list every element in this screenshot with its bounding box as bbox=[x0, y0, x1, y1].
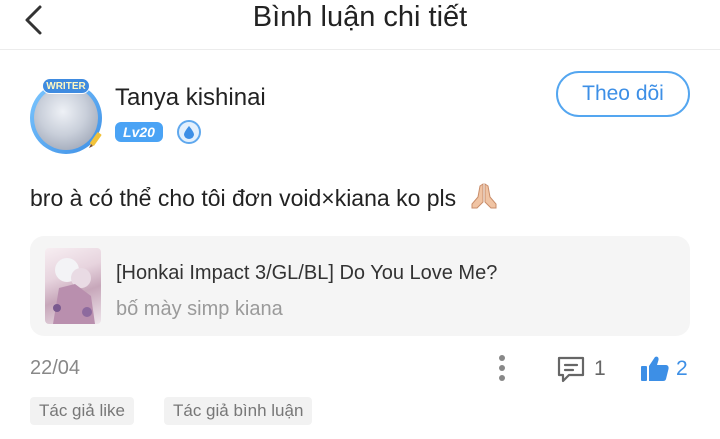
thumbs-up-icon bbox=[641, 356, 669, 381]
story-cover bbox=[45, 248, 101, 324]
level-badge: Lv20 bbox=[115, 122, 163, 142]
tag-author-like[interactable]: Tác giả like bbox=[30, 397, 134, 425]
page-title: Bình luận chi tiết bbox=[252, 1, 468, 33]
comment-date: 22/04 bbox=[30, 357, 81, 379]
more-options-button[interactable] bbox=[490, 350, 514, 386]
follow-button[interactable]: Theo dõi bbox=[556, 71, 690, 117]
praying-hands-icon bbox=[471, 183, 497, 209]
tag-author-comment[interactable]: Tác giả bình luận bbox=[164, 397, 313, 425]
pen-icon bbox=[89, 132, 102, 148]
top-bar: Bình luận chi tiết bbox=[0, 0, 720, 50]
comment-text-line: bro à có thể cho tôi đơn void×kiana ko p… bbox=[30, 182, 499, 212]
avatar[interactable]: WRITER bbox=[24, 76, 108, 160]
badge-icon bbox=[177, 120, 201, 144]
reply-button[interactable]: 1 bbox=[556, 351, 606, 387]
cover-illustration bbox=[53, 258, 95, 324]
story-card[interactable]: [Honkai Impact 3/GL/BL] Do You Love Me? … bbox=[30, 236, 690, 336]
reply-count: 1 bbox=[594, 357, 606, 380]
writer-badge: WRITER bbox=[42, 78, 90, 94]
drop-icon bbox=[184, 126, 194, 139]
like-button[interactable]: 2 bbox=[640, 351, 688, 387]
comment-icon bbox=[557, 356, 585, 383]
story-title: [Honkai Impact 3/GL/BL] Do You Love Me? bbox=[116, 262, 498, 284]
comment-text: bro à có thể cho tôi đơn void×kiana ko p… bbox=[30, 185, 457, 211]
story-subtitle: bố mày simp kiana bbox=[116, 298, 283, 320]
username[interactable]: Tanya kishinai bbox=[115, 84, 266, 112]
like-count: 2 bbox=[676, 357, 688, 380]
more-vertical-icon bbox=[499, 355, 505, 381]
